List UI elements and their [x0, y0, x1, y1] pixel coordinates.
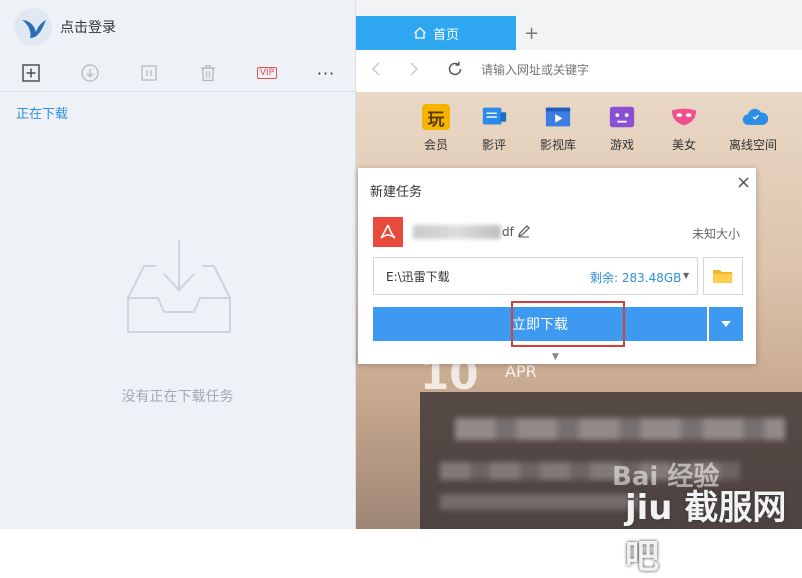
- quick-link-label: 游戏: [609, 138, 634, 152]
- pause-button[interactable]: [136, 60, 162, 86]
- quick-link-beauty[interactable]: 美女: [656, 104, 712, 153]
- pencil-icon: [518, 225, 530, 238]
- refresh-icon: [448, 61, 462, 76]
- file-name: df: [502, 225, 514, 239]
- highlight-annotation: [511, 301, 625, 347]
- browse-folder-button[interactable]: [703, 257, 743, 295]
- more-dots-icon: ···: [316, 63, 336, 83]
- back-button[interactable]: [370, 61, 382, 81]
- video-library-icon: [544, 104, 572, 130]
- quick-link-member[interactable]: 玩 会员: [408, 104, 464, 153]
- chevron-down-icon: [721, 321, 731, 327]
- quick-link-label: 美女: [671, 138, 696, 152]
- trash-icon: [201, 64, 215, 82]
- tab-home[interactable]: 首页: [356, 16, 516, 50]
- avatar[interactable]: [14, 8, 52, 46]
- cloud-icon: [741, 104, 769, 130]
- quick-link-review[interactable]: 影评: [466, 104, 522, 153]
- chevron-down-icon[interactable]: ▼: [683, 271, 689, 280]
- chevron-right-icon: [410, 62, 419, 76]
- mask-icon: [670, 104, 698, 130]
- download-toolbar: VIP ···: [0, 56, 355, 90]
- quick-link-games[interactable]: 游戏: [594, 104, 650, 153]
- more-button[interactable]: ···: [313, 60, 339, 86]
- blurred-text: [455, 418, 785, 440]
- login-area[interactable]: 点击登录: [14, 8, 116, 46]
- folder-icon: [713, 270, 733, 283]
- download-circle-icon: [81, 64, 99, 82]
- dialog-title: 新建任务: [370, 185, 423, 200]
- refresh-button[interactable]: [446, 60, 464, 82]
- free-space: 剩余: 283.48GB: [590, 271, 682, 285]
- review-icon: [480, 104, 508, 130]
- site-watermark: jiu 截服网吧: [625, 488, 787, 577]
- game-icon: [608, 104, 636, 130]
- start-download-button[interactable]: [77, 60, 103, 86]
- home-icon: [414, 27, 426, 39]
- download-options-button[interactable]: [709, 307, 743, 341]
- add-task-icon: [22, 64, 40, 82]
- quick-link-label: 会员: [423, 138, 448, 152]
- blurred-text: [440, 494, 640, 510]
- xunlei-bird-icon: [22, 20, 46, 38]
- chevron-left-icon: [371, 62, 380, 76]
- login-link[interactable]: 点击登录: [60, 17, 116, 37]
- tab-home-label: 首页: [432, 27, 459, 43]
- new-tab-button[interactable]: +: [524, 23, 539, 44]
- quick-link-offline-space[interactable]: 离线空间: [727, 104, 783, 153]
- play-char-icon: 玩: [422, 104, 450, 130]
- forward-button[interactable]: [408, 61, 420, 81]
- file-size: 未知大小: [692, 227, 741, 241]
- tab-downloading[interactable]: 正在下载: [16, 103, 68, 122]
- pause-icon: [141, 65, 157, 81]
- empty-message: 没有正在下载任务: [121, 389, 234, 405]
- vip-badge: VIP: [256, 67, 278, 79]
- new-task-button[interactable]: [18, 60, 44, 86]
- toolbar-divider: [0, 91, 355, 92]
- delete-button[interactable]: [195, 60, 221, 86]
- save-path-value: E:\迅雷下载: [386, 270, 450, 284]
- quick-link-label: 离线空间: [728, 138, 777, 152]
- quick-link-video-library[interactable]: 影视库: [530, 104, 586, 153]
- vip-button[interactable]: VIP: [254, 60, 280, 86]
- quick-links: 玩 会员 影评 影视库 游戏 美女 离线空间: [356, 104, 802, 160]
- edit-name-button[interactable]: [517, 224, 531, 242]
- date-month: APR: [505, 362, 537, 381]
- quick-link-label: 影视库: [539, 138, 576, 152]
- pdf-file-icon: [373, 217, 403, 247]
- empty-inbox-icon: [124, 236, 234, 340]
- address-input[interactable]: [481, 63, 781, 77]
- collapse-arrow-icon[interactable]: ▼: [552, 352, 559, 362]
- quick-link-label: 影评: [481, 138, 506, 152]
- close-button[interactable]: ×: [736, 172, 751, 193]
- file-name-blurred: [413, 225, 501, 239]
